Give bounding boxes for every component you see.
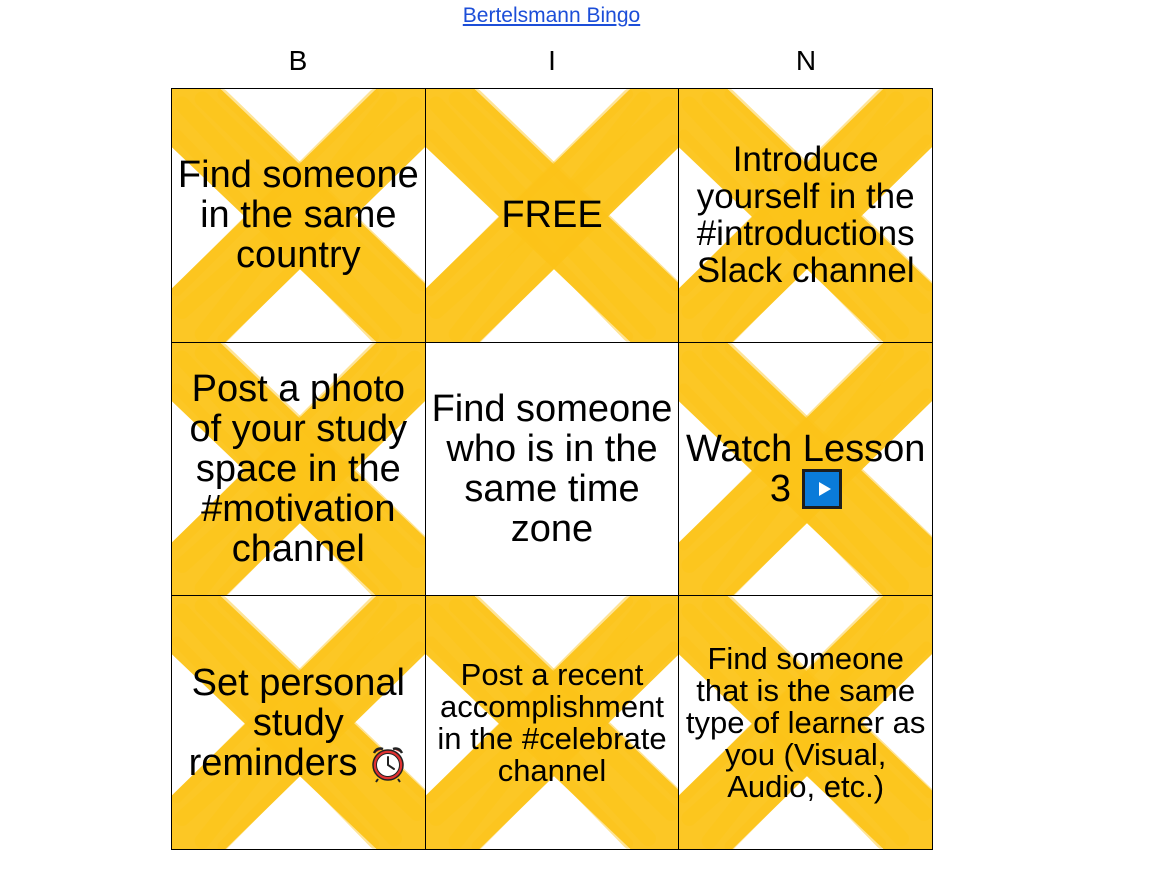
bingo-cell[interactable]: Find someone that is the same type of le… — [679, 596, 933, 850]
column-header-n: N — [795, 45, 817, 76]
column-header-i: I — [548, 45, 556, 76]
cell-label: Find someone who is in the same time zon… — [431, 387, 673, 550]
cell-label: Post a photo of your study space in the … — [189, 367, 408, 570]
bingo-title-link[interactable]: Bertelsmann Bingo — [463, 4, 640, 27]
bingo-board: Find someone in the same country FREE In… — [171, 88, 933, 850]
cell-label: FREE — [501, 194, 603, 237]
bingo-cell-free[interactable]: FREE — [425, 89, 680, 343]
cell-label: Post a recent accomplishment in the #cel… — [437, 656, 667, 788]
cell-label-wrap: Watch Lesson 3 — [679, 429, 932, 509]
play-button-icon — [801, 468, 842, 509]
column-headers: B I N — [171, 44, 933, 78]
bingo-cell[interactable]: Find someone who is in the same time zon… — [425, 342, 680, 597]
cell-label-wrap: Set personal study reminders — [172, 663, 425, 783]
bingo-cell[interactable]: Find someone in the same country — [172, 89, 426, 343]
page-title: Bertelsmann Bingo — [0, 4, 1103, 28]
bingo-cell[interactable]: Post a recent accomplishment in the #cel… — [425, 596, 680, 850]
alarm-clock-icon — [372, 746, 404, 783]
cell-label: Find someone that is the same type of le… — [685, 640, 926, 804]
bingo-cell[interactable]: Post a photo of your study space in the … — [172, 342, 426, 597]
cell-label: Find someone in the same country — [177, 154, 419, 277]
cell-label: Introduce yourself in the #introductions… — [696, 140, 915, 291]
bingo-cell[interactable]: Watch Lesson 3 — [679, 342, 933, 597]
column-header-b: B — [288, 45, 308, 76]
bingo-cell[interactable]: Set personal study reminders — [172, 596, 426, 850]
bingo-cell[interactable]: Introduce yourself in the #introductions… — [679, 89, 933, 343]
